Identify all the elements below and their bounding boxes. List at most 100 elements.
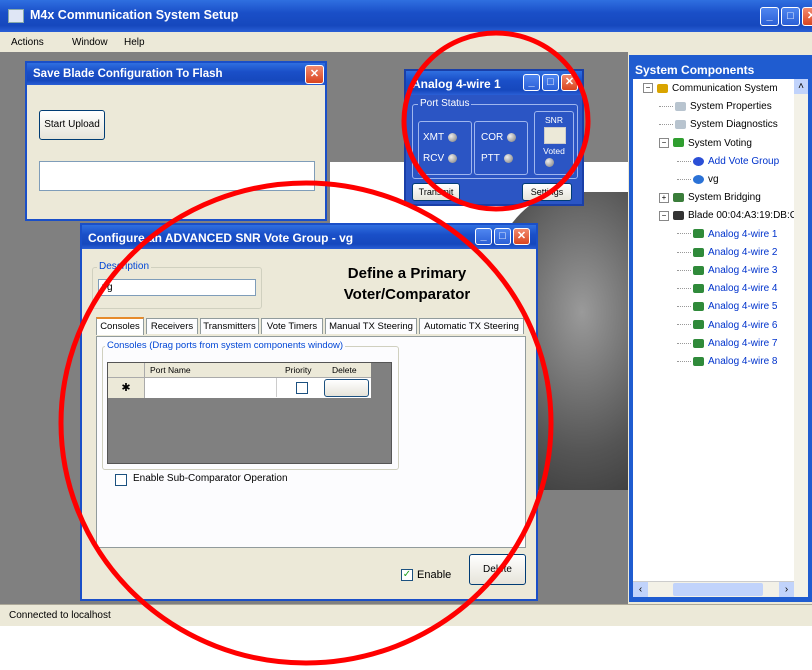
tree-item[interactable]: vg	[677, 174, 719, 185]
analog-maximize-button[interactable]: □	[542, 74, 559, 91]
transmit-button[interactable]: Transmit	[412, 183, 460, 201]
scroll-up-icon[interactable]: ˄	[794, 79, 808, 94]
flash-title-bar: Save Blade Configuration To Flash ✕	[27, 63, 325, 85]
tree-item[interactable]: System Properties	[659, 101, 772, 112]
tab-consoles[interactable]: Consoles	[96, 317, 144, 335]
tree-item[interactable]: + System Bridging	[659, 192, 761, 203]
tree-item-label: Analog 4-wire 1	[708, 228, 778, 240]
tree-connector	[677, 288, 691, 290]
tree-item[interactable]: System Diagnostics	[659, 119, 778, 130]
scroll-right-icon[interactable]: ›	[779, 582, 794, 597]
analog-panel: Analog 4-wire 1 _ □ ✕ Port Status XMT RC…	[404, 69, 584, 206]
tree-expander-icon[interactable]: −	[659, 210, 669, 221]
tree-item[interactable]: − System Voting	[659, 138, 752, 149]
delete-cell-button[interactable]	[324, 379, 369, 397]
tab-automatic-tx-steering[interactable]: Automatic TX Steering	[419, 318, 524, 334]
col-delete[interactable]: Delete	[332, 365, 357, 375]
tree-item[interactable]: Analog 4-wire 1	[677, 229, 777, 240]
tree-item[interactable]: Add Vote Group	[677, 156, 779, 167]
tree-item[interactable]: Analog 4-wire 3	[677, 265, 777, 276]
delete-button[interactable]: Delete	[469, 554, 526, 585]
tree-item[interactable]: Analog 4-wire 8	[677, 356, 777, 367]
priority-checkbox[interactable]	[296, 382, 308, 394]
blade-icon	[673, 211, 684, 221]
port-status-label: Port Status	[418, 98, 472, 109]
col-port-name[interactable]: Port Name	[150, 365, 191, 375]
menu-window[interactable]: Window	[72, 37, 108, 48]
tab-manual-tx-steering[interactable]: Manual TX Steering	[325, 318, 417, 334]
cor-ptt-group: COR PTT	[474, 121, 528, 175]
vote-title-bar: Configure an ADVANCED SNR Vote Group - v…	[82, 225, 536, 249]
tree-item-label: Analog 4-wire 4	[708, 283, 778, 295]
rcv-led-icon	[448, 153, 458, 163]
minimize-button[interactable]: _	[760, 7, 779, 26]
tree-item[interactable]: − Blade 00:04:A3:19:DB:C4	[659, 210, 803, 221]
description-input[interactable]: vg	[98, 279, 256, 296]
tree-expander-icon[interactable]: +	[659, 192, 669, 203]
tab-vote-timers[interactable]: Vote Timers	[261, 318, 323, 334]
ptt-indicator: PTT	[481, 153, 513, 164]
add-icon	[693, 156, 704, 166]
tree-expander-icon[interactable]: −	[643, 83, 653, 94]
rcv-label: RCV	[423, 153, 445, 164]
flash-close-button[interactable]: ✕	[305, 65, 324, 84]
ptt-led-icon	[503, 153, 513, 163]
tree-item-label: Analog 4-wire 7	[708, 337, 778, 349]
port-name-cell[interactable]	[145, 378, 277, 397]
col-priority[interactable]: Priority	[285, 365, 311, 375]
tree-item[interactable]: Analog 4-wire 5	[677, 301, 777, 312]
vote-maximize-button[interactable]: □	[494, 228, 511, 245]
menu-help[interactable]: Help	[124, 37, 145, 48]
tree-item-label: Communication System	[672, 83, 778, 94]
vote-minimize-button[interactable]: _	[475, 228, 492, 245]
tree-item[interactable]: Analog 4-wire 7	[677, 338, 777, 349]
tree-connector	[677, 233, 691, 235]
analog-minimize-button[interactable]: _	[523, 74, 540, 91]
vote-title: Configure an ADVANCED SNR Vote Group - v…	[88, 231, 354, 245]
maximize-button[interactable]: □	[781, 7, 800, 26]
scroll-left-icon[interactable]: ‹	[633, 582, 648, 597]
tree-expander-icon[interactable]: −	[659, 137, 669, 148]
sub-comparator-checkbox[interactable]	[115, 474, 127, 486]
consoles-group-label: Consoles (Drag ports from system compone…	[105, 340, 346, 351]
status-bar: Connected to localhost	[0, 604, 812, 626]
snr-label: SNR	[545, 115, 563, 125]
analog-close-button[interactable]: ✕	[561, 74, 578, 91]
new-row-marker-icon: ✱	[108, 378, 145, 398]
scroll-thumb[interactable]	[673, 583, 763, 596]
headline: Define a Primary Voter/Comparator	[312, 263, 502, 305]
tree-item[interactable]: Analog 4-wire 2	[677, 247, 777, 258]
tree-connector	[677, 178, 691, 180]
properties-icon	[675, 102, 686, 112]
snr-meter	[544, 127, 566, 144]
vote-group-icon	[693, 174, 704, 184]
vertical-scrollbar[interactable]: ˄	[794, 79, 808, 597]
vote-close-button[interactable]: ✕	[513, 228, 530, 245]
tree-item[interactable]: − Communication System	[643, 83, 778, 94]
flash-title: Save Blade Configuration To Flash	[33, 68, 223, 80]
tab-receivers[interactable]: Receivers	[146, 318, 198, 334]
tree-item-label: Analog 4-wire 6	[708, 319, 778, 331]
components-panel: System Components − Communication System S…	[629, 55, 812, 602]
xmt-indicator: XMT	[423, 132, 458, 143]
status-text: Connected to localhost	[9, 610, 111, 621]
menu-actions[interactable]: Actions	[11, 37, 44, 48]
enable-checkbox[interactable]: ✓	[401, 569, 413, 581]
tab-transmitters[interactable]: Transmitters	[200, 318, 259, 334]
grid-header: Port Name Priority Delete	[108, 363, 371, 378]
menu-bar: Actions Window Help	[0, 32, 812, 52]
tree-connector	[677, 269, 691, 271]
app-title: M4x Communication System Setup	[30, 8, 239, 22]
ptt-label: PTT	[481, 153, 500, 164]
close-button[interactable]: ✕	[802, 7, 812, 26]
horizontal-scrollbar[interactable]: ‹ ›	[633, 581, 794, 597]
tree-item-label: System Voting	[688, 137, 752, 149]
start-upload-button[interactable]: Start Upload	[39, 110, 105, 140]
xmt-label: XMT	[423, 132, 445, 143]
tree-item-label: Blade 00:04:A3:19:DB:C4	[688, 210, 803, 222]
settings-button[interactable]: Settings	[522, 183, 572, 201]
tree-item[interactable]: Analog 4-wire 6	[677, 320, 777, 331]
vote-dialog: Configure an ADVANCED SNR Vote Group - v…	[80, 223, 538, 601]
app-icon	[8, 9, 24, 23]
tree-item[interactable]: Analog 4-wire 4	[677, 283, 777, 294]
